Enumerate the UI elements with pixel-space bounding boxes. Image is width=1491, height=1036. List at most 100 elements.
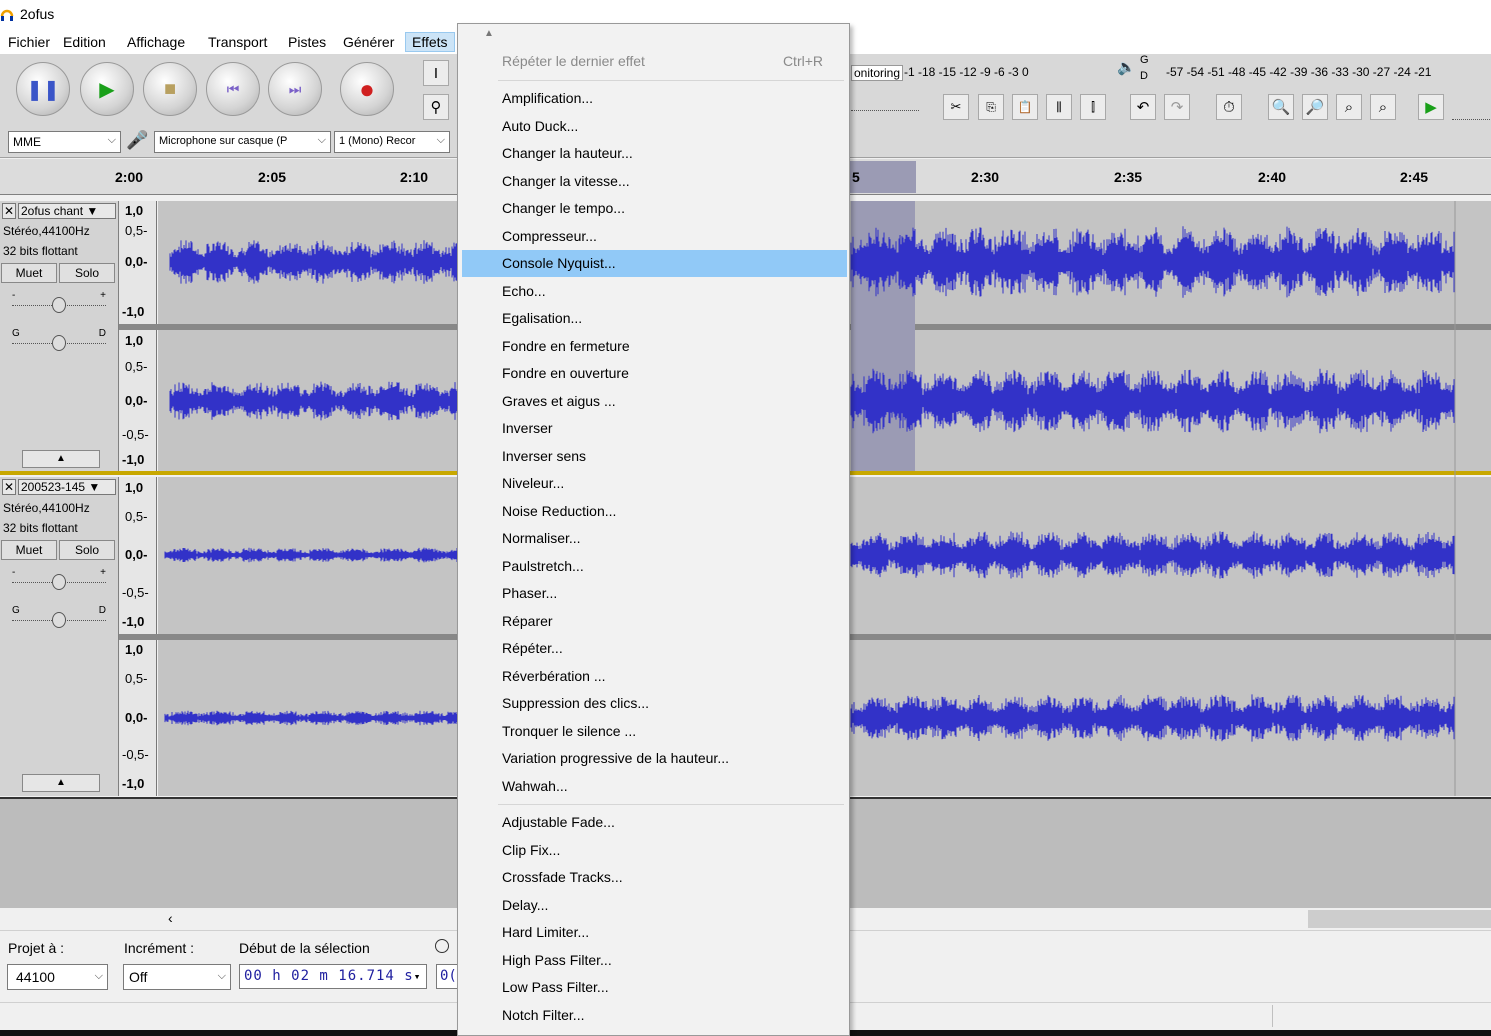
record-button[interactable]: ● xyxy=(340,62,394,116)
menu-item-amplification[interactable]: Amplification... xyxy=(462,85,847,112)
chevron-down-icon: ⌵ xyxy=(436,134,445,146)
menu-item-changer-la-vitesse[interactable]: Changer la vitesse... xyxy=(462,168,847,195)
fit-project-icon[interactable]: ⌕ xyxy=(1370,94,1396,120)
menu-item-label: Wahwah... xyxy=(502,777,568,794)
menu-item-compresseur[interactable]: Compresseur... xyxy=(462,223,847,250)
menu-item-réparer[interactable]: Réparer xyxy=(462,608,847,635)
menu-item-réverbération[interactable]: Réverbération ... xyxy=(462,663,847,690)
menu-edition[interactable]: Edition xyxy=(57,33,112,53)
menu-fichier[interactable]: Fichier xyxy=(2,33,56,53)
menu-item-adjustable-fade[interactable]: Adjustable Fade... xyxy=(462,809,847,836)
menu-item-auto-duck[interactable]: Auto Duck... xyxy=(462,113,847,140)
menu-item-delay[interactable]: Delay... xyxy=(462,892,847,919)
menu-item-hard-limiter[interactable]: Hard Limiter... xyxy=(462,919,847,946)
menu-item-inverser[interactable]: Inverser xyxy=(462,415,847,442)
play-at-speed-icon[interactable]: ▶ xyxy=(1418,94,1444,120)
zoom-tool-icon[interactable]: ⚲ xyxy=(423,94,449,120)
record-meter-monitoring[interactable]: onitoring xyxy=(851,65,904,81)
shortcut-label: Ctrl+R xyxy=(782,53,823,69)
selection-start-time[interactable]: 00 h 02 m 16.714 s▾ xyxy=(239,964,427,989)
scrollbar-thumb[interactable] xyxy=(1308,910,1491,928)
ruler-tick: 2:45 xyxy=(1400,169,1429,185)
menu-item-notch-filter[interactable]: Notch Filter... xyxy=(462,1002,847,1029)
selection-start-value: 00 h 02 m 16.714 s xyxy=(244,968,414,984)
record-meter-scale: -1 -18 -15 -12 -9 -6 -3 0 xyxy=(904,65,1029,79)
redo-icon[interactable]: ↷ xyxy=(1164,94,1190,120)
menu-item-tronquer-le-silence[interactable]: Tronquer le silence ... xyxy=(462,718,847,745)
chevron-down-icon: ⌵ xyxy=(317,134,326,146)
menu-item-label: Noise Reduction... xyxy=(502,502,617,519)
menu-item-low-pass-filter[interactable]: Low Pass Filter... xyxy=(462,974,847,1001)
recording-channels-select[interactable]: 1 (Mono) Recor ⌵ xyxy=(334,131,450,153)
ruler-tick: 2:05 xyxy=(258,169,287,185)
menu-item-echo[interactable]: Echo... xyxy=(462,278,847,305)
menu-item-suppression-des-clics[interactable]: Suppression des clics... xyxy=(462,690,847,717)
radio-end-icon[interactable] xyxy=(435,939,449,953)
cut-icon[interactable]: ✂ xyxy=(943,94,969,120)
paste-icon[interactable]: 📋 xyxy=(1012,94,1038,120)
scroll-left-icon[interactable]: ‹ xyxy=(168,910,173,926)
menu-item-variation-progressive-de-la-hauteur[interactable]: Variation progressive de la hauteur... xyxy=(462,745,847,772)
menu-item-label: Réverbération ... xyxy=(502,667,606,684)
snap-select[interactable]: Off ⌵ xyxy=(123,964,231,990)
pause-button[interactable]: ❚❚ xyxy=(16,62,70,116)
zoom-out-icon[interactable]: 🔎 xyxy=(1302,94,1328,120)
skip-end-button[interactable]: ⏭ xyxy=(268,62,322,116)
menu-item-high-pass-filter[interactable]: High Pass Filter... xyxy=(462,947,847,974)
menu-item-fondre-en-ouverture[interactable]: Fondre en ouverture xyxy=(462,360,847,387)
stop-button[interactable]: ■ xyxy=(143,62,197,116)
play-button[interactable]: ▶ xyxy=(80,62,134,116)
menu-item-graves-et-aigus[interactable]: Graves et aigus ... xyxy=(462,388,847,415)
record-meter-bar[interactable] xyxy=(851,93,919,111)
zoom-in-icon[interactable]: 🔍 xyxy=(1268,94,1294,120)
fit-selection-icon[interactable]: ⌕ xyxy=(1336,94,1362,120)
audio-host-select[interactable]: MME ⌵ xyxy=(8,131,121,153)
microphone-icon: 🎤 xyxy=(126,130,149,150)
project-rate-value: 44100 xyxy=(16,969,55,985)
menu-item-label: Répéter... xyxy=(502,640,563,656)
menu-effets[interactable]: Effets xyxy=(405,32,455,52)
menu-item-paulstretch[interactable]: Paulstretch... xyxy=(462,553,847,580)
scroll-up-icon[interactable]: ▲ xyxy=(484,28,494,39)
menu-item-label: Inverser xyxy=(502,420,553,436)
menu-item-répéter[interactable]: Répéter... xyxy=(462,635,847,662)
menu-item-changer-la-hauteur[interactable]: Changer la hauteur... xyxy=(462,140,847,167)
menu-item-label: Clip Fix... xyxy=(502,841,561,858)
menu-item-normaliser[interactable]: Normaliser... xyxy=(462,525,847,552)
skip-start-button[interactable]: ⏮ xyxy=(206,62,260,116)
recording-device-value: Microphone sur casque (P xyxy=(159,135,288,147)
menu-item-niveleur[interactable]: Niveleur... xyxy=(462,470,847,497)
snap-label: Incrément : xyxy=(124,940,195,956)
undo-icon[interactable]: ↶ xyxy=(1130,94,1156,120)
ruler-tick: 2:30 xyxy=(971,169,1000,185)
menu-pistes[interactable]: Pistes xyxy=(282,33,332,53)
menu-generer[interactable]: Générer xyxy=(337,33,400,53)
effects-menu-dropdown: ▲ Répéter le dernier effet Ctrl+R Amplific… xyxy=(457,23,850,1036)
trim-audio-icon[interactable]: ⫼ xyxy=(1046,94,1072,120)
menu-item-egalisation[interactable]: Egalisation... xyxy=(462,305,847,332)
menu-item-phaser[interactable]: Phaser... xyxy=(462,580,847,607)
menu-item-label: Niveleur... xyxy=(502,475,565,491)
menu-item-noise-reduction[interactable]: Noise Reduction... xyxy=(462,498,847,525)
project-rate-select[interactable]: 44100 ⌵ xyxy=(7,964,108,990)
menu-item-changer-le-tempo[interactable]: Changer le tempo... xyxy=(462,195,847,222)
menu-item-inverser-sens[interactable]: Inverser sens xyxy=(462,443,847,470)
menu-item-clip-fix[interactable]: Clip Fix... xyxy=(462,837,847,864)
menu-item-fondre-en-fermeture[interactable]: Fondre en fermeture xyxy=(462,333,847,360)
menu-separator xyxy=(498,804,844,805)
menu-item-wahwah[interactable]: Wahwah... xyxy=(462,773,847,800)
menu-item-crossfade-tracks[interactable]: Crossfade Tracks... xyxy=(462,864,847,891)
selection-tool-icon[interactable]: I xyxy=(423,60,449,86)
menu-item-répéter-le-dernier-effet[interactable]: Répéter le dernier effet Ctrl+R xyxy=(462,48,847,75)
menu-transport[interactable]: Transport xyxy=(202,33,273,53)
menu-item-console-nyquist[interactable]: Console Nyquist... xyxy=(462,250,847,277)
silence-audio-icon[interactable]: ⫿ xyxy=(1080,94,1106,120)
recording-device-select[interactable]: Microphone sur casque (P ⌵ xyxy=(154,131,331,153)
play-speed-slider[interactable] xyxy=(1452,94,1490,120)
sync-lock-icon[interactable]: ⏱ xyxy=(1216,94,1242,120)
speaker-icon: 🔈 xyxy=(1117,59,1136,76)
menu-affichage[interactable]: Affichage xyxy=(121,33,191,53)
menu-item-label: Changer la hauteur... xyxy=(502,145,633,161)
copy-icon[interactable]: ⎘ xyxy=(978,94,1004,120)
menu-item-label: Compresseur... xyxy=(502,227,597,244)
